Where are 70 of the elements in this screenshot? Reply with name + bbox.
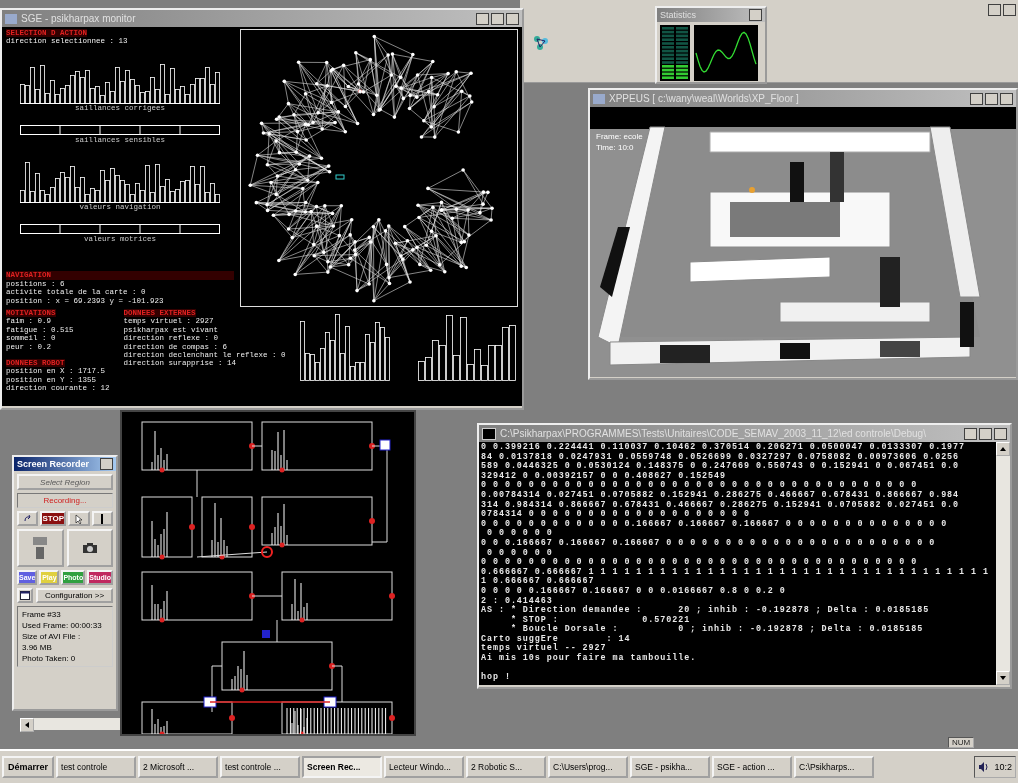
console-line: AS : * Direction demandee : 20 ; inhib : -0.192878 ; Delta : 0.0185185 <box>481 606 931 616</box>
speaker-icon[interactable] <box>978 762 991 772</box>
console-line: 0.666667 0.666667 1 1 1 1 1 1 1 1 1 1 1 1 1 1 1 1 1 1 1 1 1 1 1 1 1 1 1 1 1 1 1 1 1 1 <box>481 567 990 577</box>
level-meter-drawing <box>660 25 690 81</box>
taskbar-button[interactable]: SGE - psikha... <box>630 756 711 778</box>
start-button[interactable]: Démarrer <box>2 756 55 778</box>
console-line: Ai mis 10s pour faire ma tambouille. <box>481 654 698 664</box>
console-line: 0 0 0 0 0 0 0 0 0 0 0 0 0 0 0 0 0 0 0 0 0 0 0 0 0 0 0 0 0 0 0 0 0 0 0 0 0 <box>481 481 919 491</box>
console-line: 0 0 0.166667 0.166667 0.166667 0 0 0 0 0 0 0 0 0 0 0 0 0 0 0 0 0 0 0 0 0 0 0 <box>481 538 937 549</box>
console-line: 1 0.666667 0.666667 <box>481 577 596 587</box>
configuration-button[interactable]: Configuration >> <box>36 588 113 603</box>
console-line: 0 0.399216 0.224441 0.110037 0.10462 0.370514 0.206271 0.0500047 0.0133307 0.1977 <box>481 443 967 453</box>
info-text: 3.96 MB <box>22 642 53 653</box>
taskbar-button[interactable]: Screen Rec... <box>302 756 383 778</box>
console-line: 0 0 0 0 0 0 <box>485 529 554 539</box>
status-indicator: NUM <box>948 737 975 748</box>
taskbar-button[interactable]: Lecteur Windo... <box>384 756 465 778</box>
info-text: Size of AVI File : <box>22 631 82 642</box>
stop-button[interactable]: STOP <box>40 511 67 526</box>
console-line: 0784314 0 0 0 0 0 0 0 0 0 0 0 0 0 0 0 0 0 0 0 <box>481 510 751 520</box>
scroll-left-icon[interactable] <box>20 718 34 732</box>
clock: 10:2 <box>994 762 1012 772</box>
window-title: Screen Recorder <box>17 459 90 469</box>
taskbar-button[interactable]: C:\Users\prog... <box>548 756 629 778</box>
console-line: 84 0.0137818 0.0247931 0.0559748 0.0526699 0.0327297 0.0758082 0.00973606 0.0256 <box>481 452 961 462</box>
camera-icon[interactable] <box>66 529 113 567</box>
scroll-down-icon[interactable] <box>996 671 1010 685</box>
taskbar-button[interactable]: test controle <box>56 756 137 778</box>
console-icon <box>482 427 496 440</box>
app-icon <box>593 93 605 104</box>
console-line: 0 0 0 0 0 0 <box>485 548 554 558</box>
console-line: 0 0 0 0 0 0 0 0 0 0 0 0 0 0 0 0 0 0 0 0 0 0 0 0 0 0 0 0 0 0 0 0 0 0 0 0 0 <box>481 558 919 568</box>
console-line: 314 0.984314 0.866667 0.678431 0.466667 0.286275 0.152941 0.0705882 0.027451 0.0 <box>481 500 961 510</box>
scrollbar[interactable] <box>996 442 1010 685</box>
info-text: Frame #33 <box>22 609 62 620</box>
taskbar-button[interactable]: test controle ... <box>220 756 301 778</box>
console-prompt: hop ! <box>481 673 512 683</box>
window-icon[interactable] <box>17 588 33 603</box>
window-title: SGE - psikharpax monitor <box>21 13 136 24</box>
taskbar-button[interactable]: C:\Psikharps... <box>794 756 875 778</box>
console-line: 2 : 0.414463 <box>481 596 553 606</box>
window-title: XPPEUS [ c:\wany\weal\Worlds\XP_Floor ] <box>609 93 799 104</box>
console-line: 0.00784314 0.027451 0.0705882 0.152941 0.286275 0.466667 0.678431 0.866667 0.984 <box>481 490 961 501</box>
scrollbar[interactable] <box>20 718 120 730</box>
info-text: Used Frame: 00:00:33 <box>22 620 103 631</box>
console-line: 589 0.0446325 0 0.0530124 0.148375 0 0.247669 0.550743 0 0.152941 0 0.067451 0.0 <box>481 462 961 472</box>
taskbar-button[interactable]: 2 Microsoft ... <box>138 756 219 778</box>
info-text: Photo Taken: 0 <box>22 653 77 664</box>
pause-icon[interactable] <box>91 511 113 526</box>
undo-icon[interactable] <box>17 511 39 526</box>
window-controls-icon[interactable] <box>988 4 1016 16</box>
film-camera-icon[interactable] <box>17 529 64 567</box>
waveform-drawing <box>694 25 758 81</box>
console-line: 0 0 0 0 0 0 0 0 0 0 0 0 0.166667 0.166667 0.166667 0 0 0 0 0 0 0 0 0 0 0 0 0 0 <box>481 519 949 529</box>
overlay-text: Time: 10:0 <box>596 142 635 153</box>
close-icon[interactable] <box>100 458 113 470</box>
console-line: temps virtuel -- 2927 <box>481 644 608 654</box>
console-line: 0 0 0 0 0.166667 0.166667 0 0 0.0166667 0.8 0 0.2 0 <box>481 586 787 597</box>
console-line: * Boucle Dorsale : 0 ; inhib : -0.192878 ; Delta : 0.0185185 <box>509 625 925 635</box>
cursor-icon[interactable] <box>68 511 90 526</box>
console-line: Carto suggEre : 14 <box>481 634 632 644</box>
app-icon <box>5 13 17 24</box>
taskbar-button[interactable]: 2 Robotic S... <box>466 756 547 778</box>
recording-status: Recording... <box>17 493 113 508</box>
console-line: * STOP : 0.570221 <box>509 615 692 625</box>
console-line: 329412 0 0.00392157 0 0 0.408627 0.152549 <box>481 471 727 481</box>
scroll-up-icon[interactable] <box>996 442 1010 456</box>
taskbar-button[interactable]: SGE - action ... <box>712 756 793 778</box>
window-title: Statistics <box>660 10 696 20</box>
overlay-text: Frame: ecole <box>596 131 643 142</box>
